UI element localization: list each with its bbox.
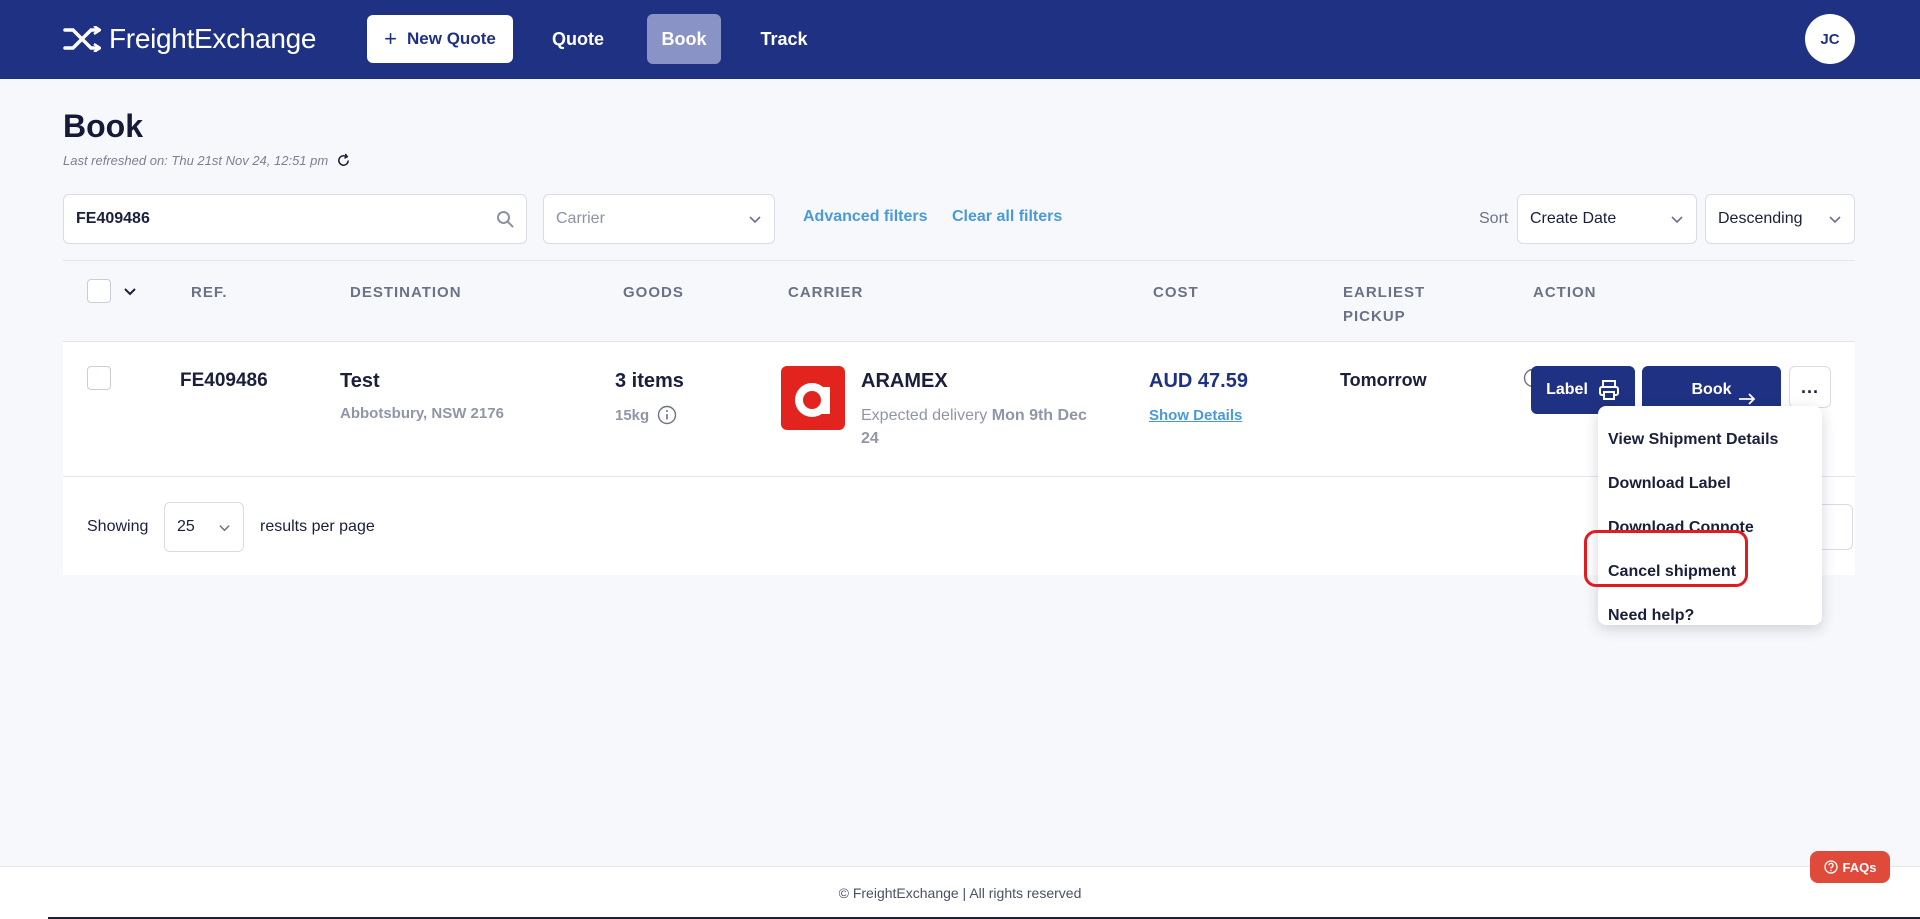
more-actions-button[interactable]: ... <box>1789 366 1831 408</box>
table-row: FE409486 Test Abbotsbury, NSW 2176 3 ite… <box>63 342 1855 477</box>
destination-address: Abbotsbury, NSW 2176 <box>340 405 504 422</box>
last-refreshed: Last refreshed on: Thu 21st Nov 24, 12:5… <box>63 153 351 168</box>
shipment-cost: AUD 47.59 <box>1149 370 1248 392</box>
goods-weight: 15kg <box>615 405 677 425</box>
clear-filters-link[interactable]: Clear all filters <box>952 208 1062 226</box>
book-button-text: Book <box>1691 381 1732 398</box>
new-quote-label: New Quote <box>407 29 496 48</box>
chevron-down-icon[interactable] <box>123 285 137 299</box>
chevron-down-icon <box>219 524 230 531</box>
aramex-a-glyph-icon <box>795 383 830 417</box>
carrier-select-placeholder: Carrier <box>556 210 605 227</box>
column-action: ACTION <box>1533 284 1597 301</box>
page-footer: © FreightExchange | All rights reserved <box>0 866 1920 919</box>
refresh-icon[interactable] <box>336 153 351 168</box>
column-goods: GOODS <box>623 284 684 301</box>
action-menu: View Shipment Details Download Label Dow… <box>1598 406 1822 625</box>
user-avatar[interactable]: JC <box>1805 14 1855 64</box>
column-carrier: CARRIER <box>788 284 864 301</box>
info-icon[interactable] <box>657 405 677 425</box>
menu-item-need-help[interactable]: Need help? <box>1598 594 1822 638</box>
brand-logo[interactable]: FreightExchange <box>63 22 316 56</box>
advanced-filters-link[interactable]: Advanced filters <box>803 208 927 226</box>
menu-item-download-label[interactable]: Download Label <box>1598 462 1822 506</box>
column-destination: DESTINATION <box>350 284 462 301</box>
sort-order-select[interactable]: Descending <box>1705 194 1855 244</box>
show-details-link[interactable]: Show Details <box>1149 407 1242 424</box>
destination-name: Test <box>340 370 380 392</box>
per-page-value: 25 <box>177 518 195 535</box>
search-box <box>63 194 527 244</box>
cancel-shipment-highlight <box>1584 530 1748 587</box>
page-title: Book <box>63 108 143 144</box>
sort-field-value: Create Date <box>1530 210 1617 227</box>
column-cost: COST <box>1153 284 1199 301</box>
nav-track[interactable]: Track <box>752 14 816 64</box>
row-checkbox[interactable] <box>87 366 111 390</box>
carrier-select[interactable]: Carrier <box>543 194 775 244</box>
select-all-checkbox[interactable] <box>87 279 111 303</box>
faq-label: FAQs <box>1842 859 1877 875</box>
chevron-down-icon <box>1829 216 1841 224</box>
goods-weight-value: 15kg <box>615 406 650 424</box>
showing-label: Showing <box>87 518 149 535</box>
help-circle-icon <box>1823 860 1838 874</box>
nav-quote[interactable]: Quote <box>540 14 616 64</box>
search-input[interactable] <box>76 210 496 228</box>
new-quote-button[interactable]: + New Quote <box>367 15 513 63</box>
sort-field-select[interactable]: Create Date <box>1517 194 1697 244</box>
shipment-ref[interactable]: FE409486 <box>180 370 268 392</box>
aramex-logo-icon <box>781 366 845 430</box>
last-refreshed-text: Last refreshed on: Thu 21st Nov 24, 12:5… <box>63 153 329 168</box>
earliest-pickup: Tomorrow <box>1340 370 1427 390</box>
column-ref: REF. <box>191 284 228 301</box>
column-earliest-pickup: EARLIEST PICKUP <box>1343 284 1426 325</box>
shipments-table: REF. DESTINATION GOODS CARRIER COST EARL… <box>63 260 1855 575</box>
carrier-name: ARAMEX <box>861 370 948 392</box>
results-per-page-label: results per page <box>260 518 375 535</box>
expected-delivery: Expected delivery Mon 9th Dec 24 <box>861 404 1096 450</box>
faq-button[interactable]: FAQs <box>1810 851 1890 883</box>
expected-delivery-label: Expected delivery <box>861 407 988 424</box>
plus-icon: + <box>384 26 398 51</box>
search-icon[interactable] <box>496 210 514 228</box>
freightexchange-logo-icon <box>63 26 101 52</box>
menu-item-view-shipment-details[interactable]: View Shipment Details <box>1598 418 1822 462</box>
chevron-down-icon <box>749 216 761 224</box>
printer-icon <box>1598 380 1619 400</box>
top-navigation-bar: FreightExchange + New Quote Quote Book T… <box>0 0 1920 79</box>
chevron-down-icon <box>1671 216 1683 224</box>
nav-book[interactable]: Book <box>647 14 721 64</box>
table-header: REF. DESTINATION GOODS CARRIER COST EARL… <box>63 260 1855 342</box>
arrow-right-icon <box>1739 393 1756 405</box>
sort-label: Sort <box>1479 210 1509 227</box>
copyright-text: © FreightExchange | All rights reserved <box>838 885 1082 901</box>
label-button-text: Label <box>1546 381 1588 398</box>
goods-count: 3 items <box>615 370 684 392</box>
brand-name: FreightExchange <box>109 23 317 54</box>
sort-order-value: Descending <box>1718 210 1803 227</box>
per-page-select[interactable]: 25 <box>164 502 244 552</box>
